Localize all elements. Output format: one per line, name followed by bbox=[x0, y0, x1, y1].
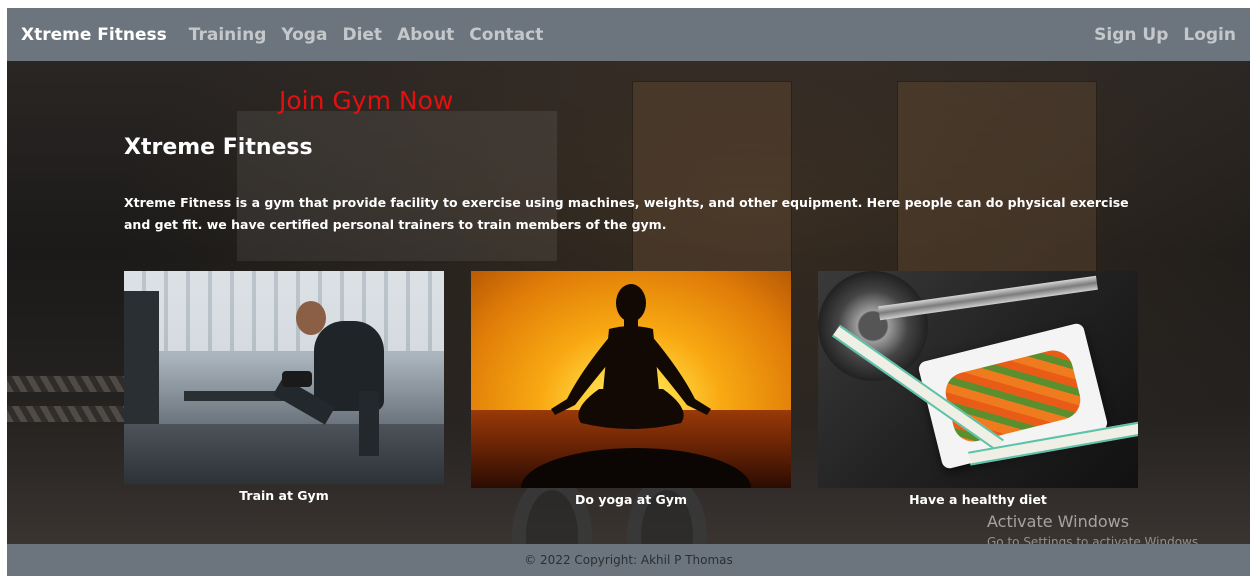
card-caption: Do yoga at Gym bbox=[575, 492, 687, 507]
page-frame: Xtreme Fitness Training Yoga Diet About … bbox=[7, 8, 1250, 576]
gym-description: Xtreme Fitness is a gym that provide fac… bbox=[124, 195, 1129, 232]
diet-vegetables bbox=[941, 346, 1085, 446]
navbar-brand[interactable]: Xtreme Fitness bbox=[21, 25, 167, 45]
nav-link-signup[interactable]: Sign Up bbox=[1094, 25, 1168, 45]
background-window bbox=[237, 111, 557, 261]
background-cabinet bbox=[632, 81, 792, 281]
gym-floor bbox=[124, 424, 444, 484]
card-train-at-gym: Train at Gym bbox=[124, 271, 444, 503]
activate-windows-watermark: Activate Windows bbox=[987, 512, 1130, 531]
nav-right-links: Sign Up Login bbox=[1094, 25, 1236, 45]
nav-link-contact[interactable]: Contact bbox=[469, 25, 543, 45]
navbar: Xtreme Fitness Training Yoga Diet About … bbox=[7, 8, 1250, 61]
yoga-image bbox=[471, 271, 791, 488]
page-title: Xtreme Fitness bbox=[124, 135, 313, 160]
footer: © 2022 Copyright: Akhil P Thomas bbox=[7, 544, 1250, 576]
background-rope bbox=[7, 406, 124, 422]
card-do-yoga: Do yoga at Gym bbox=[471, 271, 791, 507]
nav-link-login[interactable]: Login bbox=[1183, 25, 1236, 45]
gym-dumbbell bbox=[282, 371, 312, 387]
join-gym-heading[interactable]: Join Gym Now bbox=[279, 86, 453, 115]
gym-man-head bbox=[296, 301, 326, 335]
card-healthy-diet: Have a healthy diet bbox=[818, 271, 1138, 507]
card-caption: Have a healthy diet bbox=[909, 492, 1047, 507]
background-cabinet bbox=[897, 81, 1097, 281]
nav-link-diet[interactable]: Diet bbox=[342, 25, 382, 45]
footer-copyright: © 2022 Copyright: Akhil P Thomas bbox=[524, 553, 733, 567]
gym-rack bbox=[124, 291, 159, 441]
nav-link-training[interactable]: Training bbox=[189, 25, 267, 45]
yoga-silhouette bbox=[551, 284, 711, 429]
gym-training-image bbox=[124, 271, 444, 484]
background-rope bbox=[7, 376, 124, 392]
healthy-diet-image bbox=[818, 271, 1138, 488]
gym-man-leg bbox=[359, 391, 379, 456]
gym-ceiling bbox=[124, 271, 444, 351]
nav-link-about[interactable]: About bbox=[397, 25, 454, 45]
nav-links: Training Yoga Diet About Contact bbox=[189, 25, 544, 45]
hero-section: Join Gym Now Xtreme Fitness Xtreme Fitne… bbox=[7, 61, 1250, 544]
nav-link-yoga[interactable]: Yoga bbox=[281, 25, 327, 45]
activate-windows-subtitle: Go to Settings to activate Windows. bbox=[987, 535, 1202, 544]
card-caption: Train at Gym bbox=[239, 488, 329, 503]
